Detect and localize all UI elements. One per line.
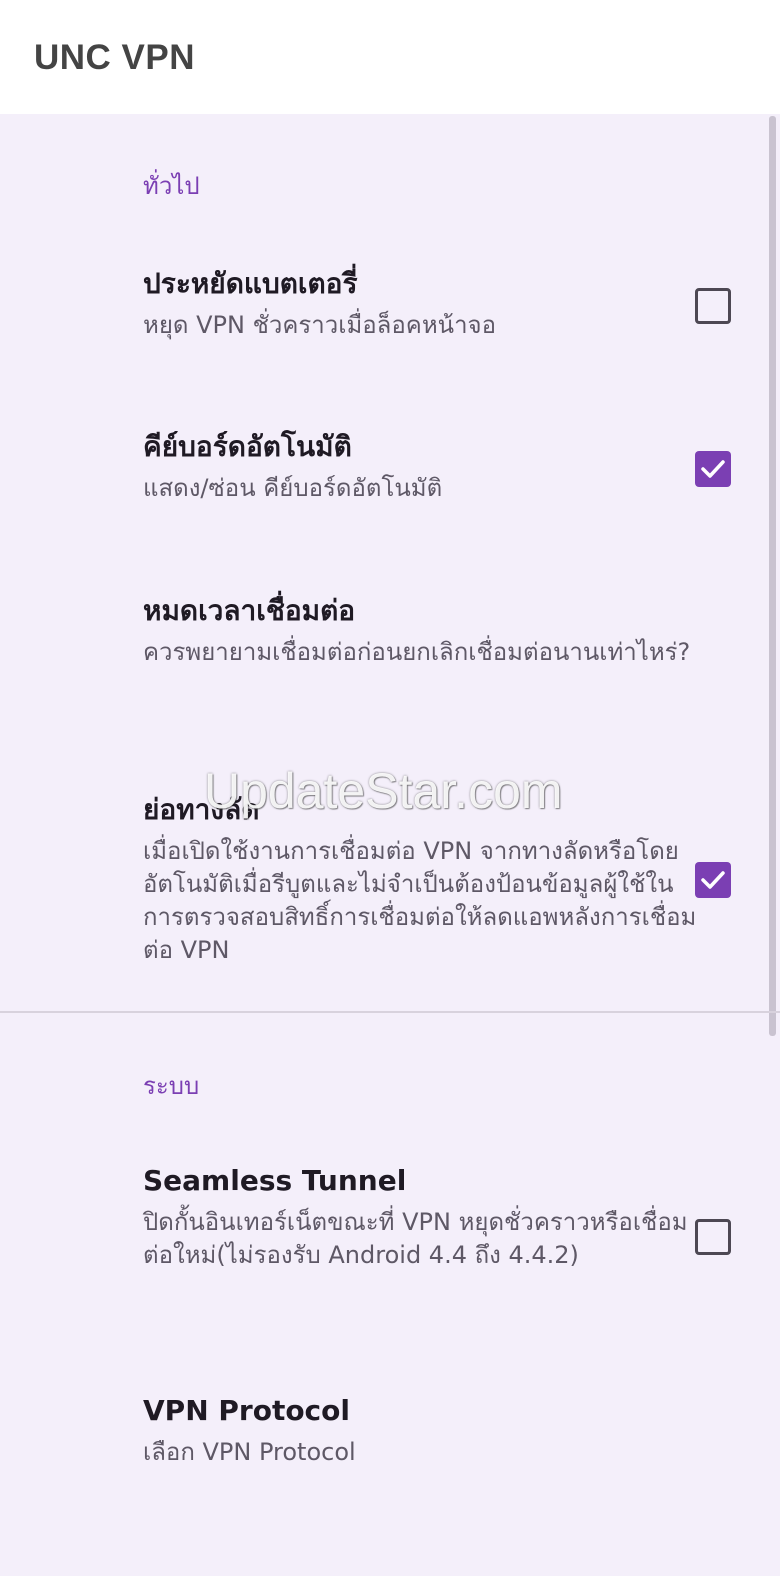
pref-summary: เลือก VPN Protocol [143, 1438, 356, 1466]
pref-title: ประหยัดแบตเตอรี่ [143, 267, 358, 300]
pref-battery-saver[interactable]: ประหยัดแบตเตอรี่ หยุด VPN ชั่วคราวเมื่อล… [143, 265, 698, 342]
app-title: UNC VPN [34, 38, 196, 77]
pref-summary: ปิดกั้นอินเทอร์เน็ตขณะที่ VPN หยุดชั่วคร… [143, 1208, 688, 1269]
pref-summary: ควรพยายามเชื่อมต่อก่อนยกเลิกเชื่อมต่อนาน… [143, 638, 691, 666]
minimize-shortcut-checkbox[interactable] [695, 862, 731, 898]
pref-minimize-shortcut[interactable]: ย่อทางลัด เมื่อเปิดใช้งานการเชื่อมต่อ VP… [143, 791, 698, 967]
scrollbar[interactable] [769, 116, 776, 1036]
app-bar: UNC VPN [0, 0, 780, 114]
section-divider [0, 1011, 780, 1013]
pref-summary: หยุด VPN ชั่วคราวเมื่อล็อคหน้าจอ [143, 311, 497, 339]
auto-keyboard-checkbox[interactable] [695, 451, 731, 487]
check-icon [701, 460, 725, 478]
battery-saver-checkbox[interactable] [695, 288, 731, 324]
pref-title: คีย์บอร์ดอัตโนมัติ [143, 430, 352, 463]
section-header-general: ทั่วไป [143, 172, 200, 200]
section-header-system: ระบบ [143, 1072, 200, 1100]
pref-seamless-tunnel[interactable]: Seamless Tunnel ปิดกั้นอินเทอร์เน็ตขณะที… [143, 1162, 698, 1272]
pref-summary: แสดง/ซ่อน คีย์บอร์ดอัตโนมัติ [143, 474, 443, 502]
pref-title: Seamless Tunnel [143, 1164, 407, 1197]
seamless-tunnel-checkbox[interactable] [695, 1219, 731, 1255]
pref-title: VPN Protocol [143, 1394, 350, 1427]
pref-summary: เมื่อเปิดใช้งานการเชื่อมต่อ VPN จากทางลั… [143, 837, 697, 964]
pref-vpn-protocol[interactable]: VPN Protocol เลือก VPN Protocol [143, 1392, 698, 1469]
pref-title: ย่อทางลัด [143, 793, 260, 826]
pref-connection-timeout[interactable]: หมดเวลาเชื่อมต่อ ควรพยายามเชื่อมต่อก่อนย… [143, 592, 698, 669]
pref-auto-keyboard[interactable]: คีย์บอร์ดอัตโนมัติ แสดง/ซ่อน คีย์บอร์ดอั… [143, 428, 698, 505]
check-icon [701, 871, 725, 889]
pref-title: หมดเวลาเชื่อมต่อ [143, 594, 356, 627]
